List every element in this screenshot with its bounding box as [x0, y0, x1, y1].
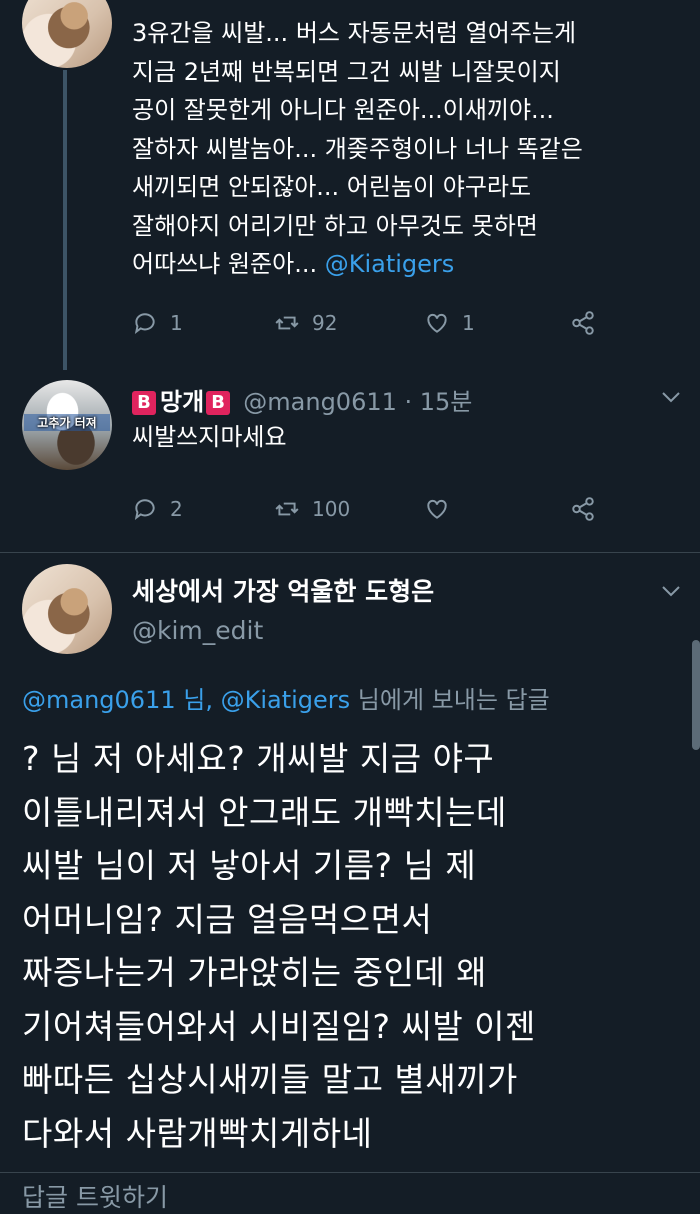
reply-context-suffix: 님에게 보내는 답글: [350, 686, 550, 714]
avatar[interactable]: [22, 0, 112, 68]
chevron-down-icon[interactable]: [660, 584, 682, 598]
main-tweet-text: ? 님 저 아세요? 개씨발 지금 야구 이틀내리져서 안그래도 개빡치는데 씨…: [22, 732, 682, 1160]
tweet-line: 잘하자 씨발놈아... 개좆주형이나 너나 똑같은: [132, 134, 583, 163]
reply-icon: [134, 313, 155, 334]
avatar[interactable]: 고추가 터져: [22, 380, 112, 470]
tweet-text: 씨발쓰지마세요: [132, 423, 287, 451]
tweet-line: 공이 잘못한게 아니다 원준아...이새끼야...: [132, 96, 554, 124]
tweet-line: 잘해야지 어리기만 하고 아무것도 못하면: [132, 211, 538, 240]
tweet-line: 지금 2년째 반복되면 그건 씨발 니잘못이지: [132, 57, 561, 86]
share-button[interactable]: [570, 494, 596, 524]
divider: [0, 1172, 700, 1173]
tweet-line: 씨발 님이 저 낳아서 기름? 님 제: [22, 846, 477, 885]
tweet-line: 새끼되면 안되잖아... 어린놈이 야구라도: [132, 173, 532, 201]
tweet-actions: 1 92 1: [132, 308, 612, 338]
mention-link[interactable]: @Kiatigers: [325, 250, 455, 278]
divider: [0, 552, 700, 553]
heart-icon: [427, 313, 447, 333]
tweet-line: 짜증나는거 가라앉히는 중인데 왜: [22, 953, 488, 992]
retweet-count: 100: [312, 497, 351, 521]
reply-context: @mang0611 님, @Kiatigers 님에게 보내는 답글: [22, 680, 550, 715]
retweet-icon: [275, 502, 299, 516]
reply-input[interactable]: 답글 트윗하기: [22, 1178, 168, 1214]
display-name[interactable]: 망개: [160, 388, 204, 416]
avatar-caption: 고추가 터져: [24, 414, 110, 431]
share-button[interactable]: [570, 308, 596, 338]
mention-link[interactable]: @Kiatigers: [221, 686, 351, 714]
share-icon: [572, 311, 594, 335]
reply-button[interactable]: 2: [132, 494, 183, 524]
tweet-line: 어따쓰냐 원준아... @Kiatigers: [132, 245, 692, 284]
mention-link[interactable]: @mang0611 님,: [22, 686, 213, 714]
reply-button[interactable]: 1: [132, 308, 183, 338]
tweet-line-text: 어따쓰냐 원준아...: [132, 250, 325, 278]
tweet-line: ? 님 저 아세요? 개씨발 지금 야구: [22, 739, 495, 778]
tweet-actions: 2 100: [132, 494, 612, 524]
like-button[interactable]: 1: [424, 308, 475, 338]
tweet-text: 3유간을 씨발... 버스 자동문처럼 열어주는게 지금 2년째 반복되면 그건…: [132, 14, 692, 284]
tweet-line: 어머니임? 지금 얼음먹으면서: [22, 899, 433, 939]
like-count: 1: [462, 311, 475, 335]
retweet-icon: [275, 316, 299, 330]
retweet-count: 92: [312, 311, 338, 335]
reply-icon: [134, 499, 155, 520]
display-name[interactable]: 세상에서 가장 억울한 도형은: [132, 572, 434, 608]
tweet-line: 이틀내리져서 안그래도 개빡치는데: [22, 792, 507, 832]
reply-count: 1: [170, 311, 183, 335]
name-badge: B: [206, 391, 231, 415]
tweet-header: B 망개 B @mang0611 · 15분: [132, 382, 652, 416]
scrollbar[interactable]: [692, 640, 700, 750]
retweet-button[interactable]: 92: [274, 308, 337, 338]
heart-icon: [427, 499, 447, 519]
tweet-line: 기어쳐들어와서 시비질임? 씨발 이젠: [22, 1006, 536, 1046]
handle: @kim_edit: [132, 616, 264, 645]
chevron-down-icon[interactable]: [660, 390, 682, 404]
avatar[interactable]: [22, 564, 112, 654]
name-badge: B: [132, 391, 156, 415]
handle-time: @mang0611 · 15분: [243, 388, 473, 416]
tweet-line: 빠따든 십상시새끼들 말고 별새끼가: [22, 1060, 518, 1099]
retweet-button[interactable]: 100: [274, 494, 350, 524]
share-icon: [572, 497, 594, 521]
tweet-line: 다와서 사람개빡치게하네: [22, 1113, 373, 1153]
tweet-line: 3유간을 씨발... 버스 자동문처럼 열어주는게: [132, 19, 577, 47]
thread-line-top: [63, 70, 67, 370]
reply-count: 2: [170, 497, 183, 521]
like-button[interactable]: [424, 494, 450, 524]
